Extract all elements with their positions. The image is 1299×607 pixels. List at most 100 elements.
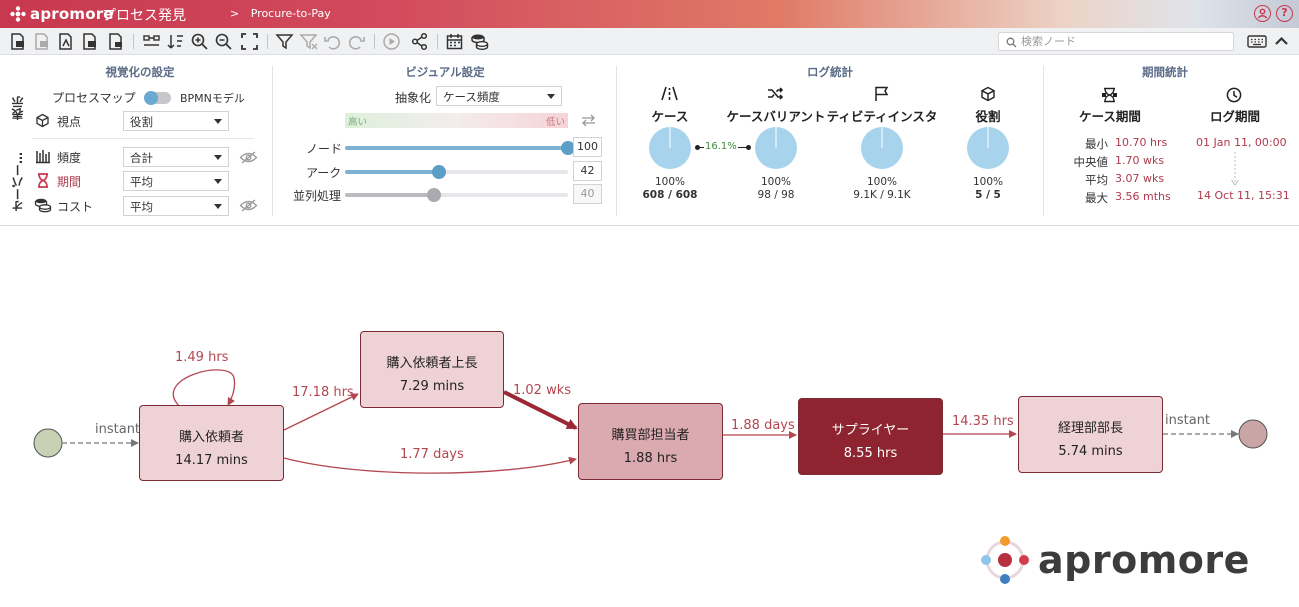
low-label: 低い [545, 117, 565, 128]
activity-node-finance[interactable]: 経理部部長 5.74 mins [1018, 396, 1163, 473]
chevron-down-icon [214, 155, 222, 160]
slider-handle[interactable] [427, 188, 442, 202]
frequency-label: 頻度 [57, 151, 82, 165]
cube-icon [981, 86, 995, 102]
keyboard-icon[interactable] [1247, 33, 1267, 50]
export-image-icon[interactable] [80, 32, 99, 51]
case-duration-heading: ケース期間 [1079, 109, 1141, 124]
duration-stat-value: 3.56 mths [1115, 190, 1171, 203]
variant-ratio-label: 16.1% [704, 141, 738, 152]
fit-to-screen-icon[interactable] [240, 32, 259, 51]
user-account-icon[interactable] [1254, 5, 1271, 22]
node-search-field[interactable] [998, 32, 1234, 51]
undo-icon[interactable] [323, 32, 342, 51]
arc-threshold-input[interactable]: 42 [573, 161, 602, 181]
arc-threshold-slider[interactable] [345, 165, 568, 179]
apromore-watermark: apromore [980, 535, 1250, 585]
eye-slash-icon[interactable] [239, 151, 258, 164]
perspective-label: 視点 [57, 115, 82, 129]
app-header: apromore プロセス発見 > Procure-to-Pay ? [0, 0, 1299, 28]
bpmn-model-option[interactable]: BPMNモデル [180, 90, 245, 106]
connector-dot [746, 145, 751, 150]
overlay-section-label: オーバー… [11, 152, 25, 212]
search-icon [1006, 37, 1017, 48]
zoom-out-icon[interactable] [214, 32, 233, 51]
start-event[interactable] [33, 428, 63, 458]
log-stat-label: ケースバリアント [726, 109, 826, 124]
log-stats-title: ログ統計 [807, 65, 853, 79]
calendar-icon[interactable] [445, 32, 464, 51]
export-bpmn-icon[interactable] [8, 32, 27, 51]
clock-icon [1226, 87, 1242, 103]
node-search-input[interactable] [1021, 34, 1226, 49]
log-stat-pie [967, 127, 1009, 169]
log-period-arrow [1231, 152, 1239, 186]
chevron-down-icon [214, 204, 222, 209]
cube-icon [36, 113, 49, 128]
activity-node-supplier[interactable]: サプライヤー 8.55 hrs [798, 398, 943, 475]
edge-label: 14.35 hrs [952, 414, 1014, 429]
parallelism-input[interactable]: 40 [573, 184, 602, 204]
slider-fill [345, 170, 439, 174]
node-duration: 1.88 hrs [623, 451, 678, 466]
log-stat-percent: 100% [866, 176, 898, 188]
abstraction-select[interactable]: ケース頻度 [436, 86, 562, 106]
frequency-bars-icon [36, 150, 50, 164]
animate-play-icon[interactable] [382, 32, 401, 51]
export-disabled-icon[interactable] [32, 32, 51, 51]
swap-icon[interactable] [580, 114, 597, 127]
duration-select[interactable]: 平均 [123, 171, 229, 191]
map-type-toggle[interactable] [144, 91, 171, 105]
connector-dot [695, 145, 700, 150]
help-icon[interactable]: ? [1276, 5, 1293, 22]
log-stat-pie [755, 127, 797, 169]
flag-icon [875, 86, 889, 101]
activity-node-manager[interactable]: 購入依頼者上長 7.29 mins [360, 331, 504, 408]
node-threshold-input[interactable]: 100 [573, 137, 602, 157]
slider-handle[interactable] [431, 165, 446, 179]
slider-fill [345, 146, 568, 150]
export-file-icon[interactable] [106, 32, 125, 51]
frequency-select[interactable]: 合計 [123, 147, 229, 167]
node-threshold-slider[interactable] [345, 141, 575, 155]
layout-horizontal-icon[interactable] [142, 32, 161, 51]
eye-slash-icon[interactable] [239, 199, 258, 212]
process-map-canvas[interactable]: instant 1.49 hrs 17.18 hrs 1.02 wks 1.77… [0, 228, 1299, 607]
filter-icon[interactable] [275, 32, 294, 51]
perspective-select[interactable]: 役割 [123, 111, 229, 131]
toolbar [0, 28, 1299, 55]
chevron-down-icon [214, 179, 222, 184]
cost-coins-icon[interactable] [470, 32, 489, 51]
layout-vertical-icon[interactable] [166, 32, 185, 51]
end-event[interactable] [1238, 419, 1268, 449]
export-pdf-icon[interactable] [56, 32, 75, 51]
panel-divider [616, 66, 617, 216]
edge-label: instant [1165, 413, 1211, 428]
log-stat-count: 9.1K / 9.1K [853, 189, 911, 201]
edge-self-loop[interactable] [172, 369, 236, 408]
abstraction-select-value: ケース頻度 [443, 90, 500, 104]
frequency-select-value: 合計 [130, 151, 153, 165]
redo-icon[interactable] [347, 32, 366, 51]
high-label: 高い [348, 117, 368, 128]
parallelism-slider[interactable] [345, 188, 568, 202]
edge-label: instant [95, 422, 141, 437]
shuffle-icon [768, 87, 784, 100]
brand-logo[interactable]: apromore [10, 5, 114, 23]
share-icon[interactable] [410, 32, 429, 51]
log-period-heading: ログ期間 [1209, 109, 1260, 124]
clear-filter-icon[interactable] [299, 32, 318, 51]
toolbar-divider [437, 34, 438, 49]
cost-coins-icon [34, 198, 52, 213]
process-map-option[interactable]: プロセスマップ [52, 89, 136, 106]
activity-node-purchasing[interactable]: 購買部担当者 1.88 hrs [578, 403, 723, 480]
duration-stat-value: 1.70 wks [1115, 154, 1165, 167]
settings-panel: 視覚化の設定 表示 オーバー… プロセスマップ BPMNモデル 視点 役割 頻度… [0, 56, 1299, 226]
breadcrumb-log-name[interactable]: Procure-to-Pay [251, 7, 331, 20]
log-period-start: 01 Jan 11, 00:00 [1196, 136, 1287, 149]
cost-select[interactable]: 平均 [123, 196, 229, 216]
zoom-in-icon[interactable] [190, 32, 209, 51]
collapse-panel-icon[interactable] [1273, 33, 1290, 50]
activity-node-requester[interactable]: 購入依頼者 14.17 mins [139, 405, 284, 481]
chevron-down-icon [547, 94, 555, 99]
